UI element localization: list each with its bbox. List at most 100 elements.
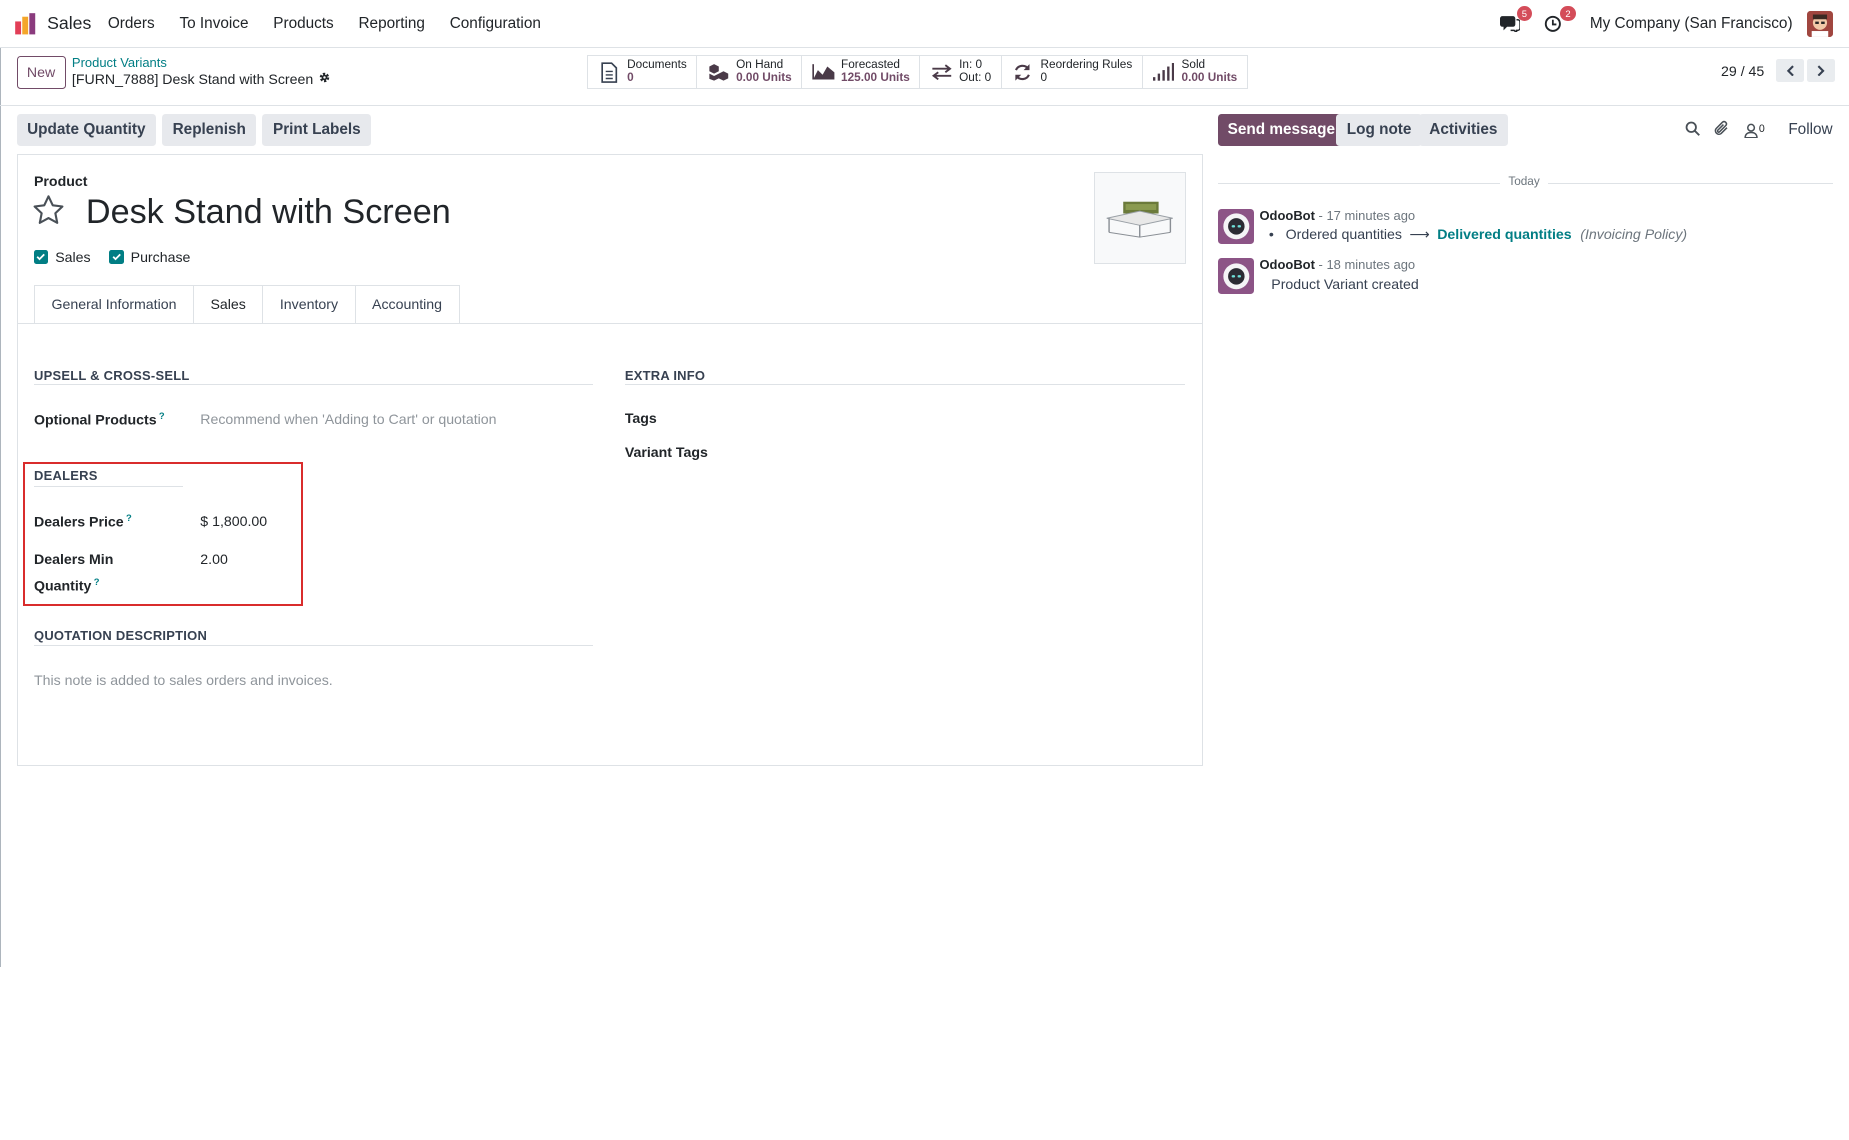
smart-button-reordering-rules[interactable]: Reordering Rules 0 <box>1002 56 1143 89</box>
company-switcher[interactable]: My Company (San Francisco) <box>1590 15 1793 33</box>
cubes-icon <box>707 62 731 83</box>
activities-button[interactable]: Activities <box>1418 114 1509 147</box>
dealers-price-label-text: Dealers Price <box>34 513 124 530</box>
variant-tags-label: Variant Tags <box>624 444 708 461</box>
tab-sales[interactable]: Sales <box>192 285 263 325</box>
breadcrumb: Product Variants [FURN_7888] Desk Stand … <box>72 55 331 88</box>
extra-info-section-title: EXTRA INFO <box>624 367 706 383</box>
help-tooltip-icon[interactable]: ? <box>126 512 132 523</box>
refresh-icon <box>1011 62 1035 83</box>
dealers-min-quantity-label-line2: Quantity <box>34 577 92 594</box>
pager: 29 / 45 <box>1721 58 1835 83</box>
replenish-button[interactable]: Replenish <box>161 114 257 147</box>
dealers-price-field[interactable]: $ 1,800.00 <box>200 513 267 529</box>
on-hand-value: 0.00 Units <box>736 71 792 85</box>
sold-value: 0.00 Units <box>1181 71 1238 85</box>
breadcrumb-parent-link[interactable]: Product Variants <box>72 55 331 70</box>
can-be-purchased-checkbox[interactable]: Purchase <box>109 249 190 265</box>
out-label: Out: 0 <box>959 71 992 85</box>
search-icon[interactable] <box>1685 119 1700 141</box>
user-avatar[interactable] <box>1806 10 1833 37</box>
exchange-icon <box>930 62 954 83</box>
tracking-field-name: (Invoicing Policy) <box>1580 226 1688 243</box>
documents-value: 0 <box>627 71 634 85</box>
message-time: - 18 minutes ago <box>1318 257 1416 273</box>
help-tooltip-icon[interactable]: ? <box>159 410 165 421</box>
send-message-button[interactable]: Send message <box>1218 114 1345 147</box>
chevron-right-icon <box>1817 65 1825 77</box>
followers-count: 0 <box>1758 122 1765 135</box>
form-notebook-tabs: General Information Sales Inventory Acco… <box>34 285 460 325</box>
optional-products-label-text: Optional Products <box>34 411 157 428</box>
print-labels-button[interactable]: Print Labels <box>262 114 372 147</box>
sales-app-icon[interactable] <box>14 12 38 36</box>
reordering-value: 0 <box>1040 71 1048 85</box>
tags-label: Tags <box>624 410 657 427</box>
smart-button-documents[interactable]: Documents 0 <box>588 56 698 89</box>
page-root: Sales Orders To Invoice Products Reporti… <box>0 0 1849 968</box>
favorite-star-icon[interactable] <box>32 194 65 231</box>
dealers-min-quantity-field[interactable]: 2.00 <box>200 551 228 567</box>
follow-button[interactable]: Follow <box>1788 121 1832 139</box>
dealers-price-label: Dealers Price? <box>34 512 132 530</box>
menu-to-invoice[interactable]: To Invoice <box>179 15 248 33</box>
pager-previous-button[interactable] <box>1776 58 1805 83</box>
tab-inventory[interactable]: Inventory <box>262 285 355 325</box>
tracking-value: • Ordered quantities ⟶ Delivered quantit… <box>1269 226 1687 243</box>
quotation-description-input[interactable]: This note is added to sales orders and i… <box>34 672 333 688</box>
smart-button-in-out[interactable]: In: 0 Out: 0 <box>920 56 1002 89</box>
message-time: - 17 minutes ago <box>1318 207 1416 223</box>
new-button[interactable]: New <box>16 56 66 90</box>
message-author-name[interactable]: OdooBot <box>1259 257 1314 272</box>
menu-products[interactable]: Products <box>273 15 334 33</box>
smart-button-sold[interactable]: Sold 0.00 Units <box>1143 56 1247 88</box>
paperclip-icon[interactable] <box>1714 119 1729 141</box>
product-name-field[interactable]: Desk Stand with Screen <box>86 193 451 232</box>
top-navbar: Sales Orders To Invoice Products Reporti… <box>0 0 1849 49</box>
message-author-name[interactable]: OdooBot <box>1259 208 1314 223</box>
activities-clock-icon[interactable]: 2 <box>1540 5 1576 37</box>
activities-badge: 2 <box>1560 5 1576 22</box>
pager-next-button[interactable] <box>1806 58 1835 83</box>
upsell-section-divider <box>34 384 593 386</box>
dealers-section-title: DEALERS <box>34 467 98 483</box>
followers-icon[interactable]: 0 <box>1743 122 1765 138</box>
control-panel: New Product Variants [FURN_7888] Desk St… <box>0 48 1849 106</box>
file-text-icon <box>598 61 622 83</box>
app-name[interactable]: Sales <box>47 13 91 34</box>
sales-checkbox-label: Sales <box>55 248 91 265</box>
update-quantity-button[interactable]: Update Quantity <box>16 114 157 147</box>
log-note-button[interactable]: Log note <box>1336 114 1423 147</box>
help-tooltip-icon[interactable]: ? <box>94 576 100 587</box>
menu-orders[interactable]: Orders <box>108 15 155 33</box>
message-body: Product Variant created <box>1271 275 1419 292</box>
product-label: Product <box>34 173 88 190</box>
purchase-checkbox-label: Purchase <box>130 248 191 265</box>
smart-buttons: Documents 0 On Hand 0.00 Units Forecasted 1… <box>587 55 1248 90</box>
breadcrumb-current-label: [FURN_7888] Desk Stand with Screen <box>71 70 314 87</box>
odoobot-avatar[interactable] <box>1218 258 1254 294</box>
tracking-old-value: Ordered quantities <box>1285 226 1402 243</box>
product-image[interactable] <box>1094 171 1186 264</box>
can-be-sold-checkbox[interactable]: Sales <box>34 249 91 265</box>
dealers-min-quantity-label: Dealers Min Quantity? <box>34 549 113 596</box>
form-sheet: Product Desk Stand with Screen Sales Pur… <box>16 154 1203 767</box>
gear-icon[interactable] <box>318 71 331 89</box>
reordering-label: Reordering Rules <box>1040 58 1133 72</box>
quotation-description-section-title: QUOTATION DESCRIPTION <box>34 628 208 644</box>
pager-value[interactable]: 29 / 45 <box>1721 63 1764 79</box>
tab-general-information[interactable]: General Information <box>34 285 193 325</box>
menu-reporting[interactable]: Reporting <box>358 15 424 33</box>
smart-button-on-hand[interactable]: On Hand 0.00 Units <box>697 56 803 89</box>
tab-accounting[interactable]: Accounting <box>354 285 460 325</box>
upsell-section-title: UPSELL & CROSS-SELL <box>34 367 190 383</box>
odoobot-avatar[interactable] <box>1218 208 1254 245</box>
messages-icon[interactable]: 5 <box>1497 5 1533 37</box>
optional-products-input[interactable]: Recommend when 'Adding to Cart' or quota… <box>200 411 496 427</box>
breadcrumb-current: [FURN_7888] Desk Stand with Screen <box>72 71 331 89</box>
messages-badge: 5 <box>1516 5 1533 22</box>
menu-configuration[interactable]: Configuration <box>450 15 541 33</box>
smart-button-forecasted[interactable]: Forecasted 125.00 Units <box>802 56 921 89</box>
documents-label: Documents <box>627 58 687 72</box>
window-edge <box>0 0 2 968</box>
